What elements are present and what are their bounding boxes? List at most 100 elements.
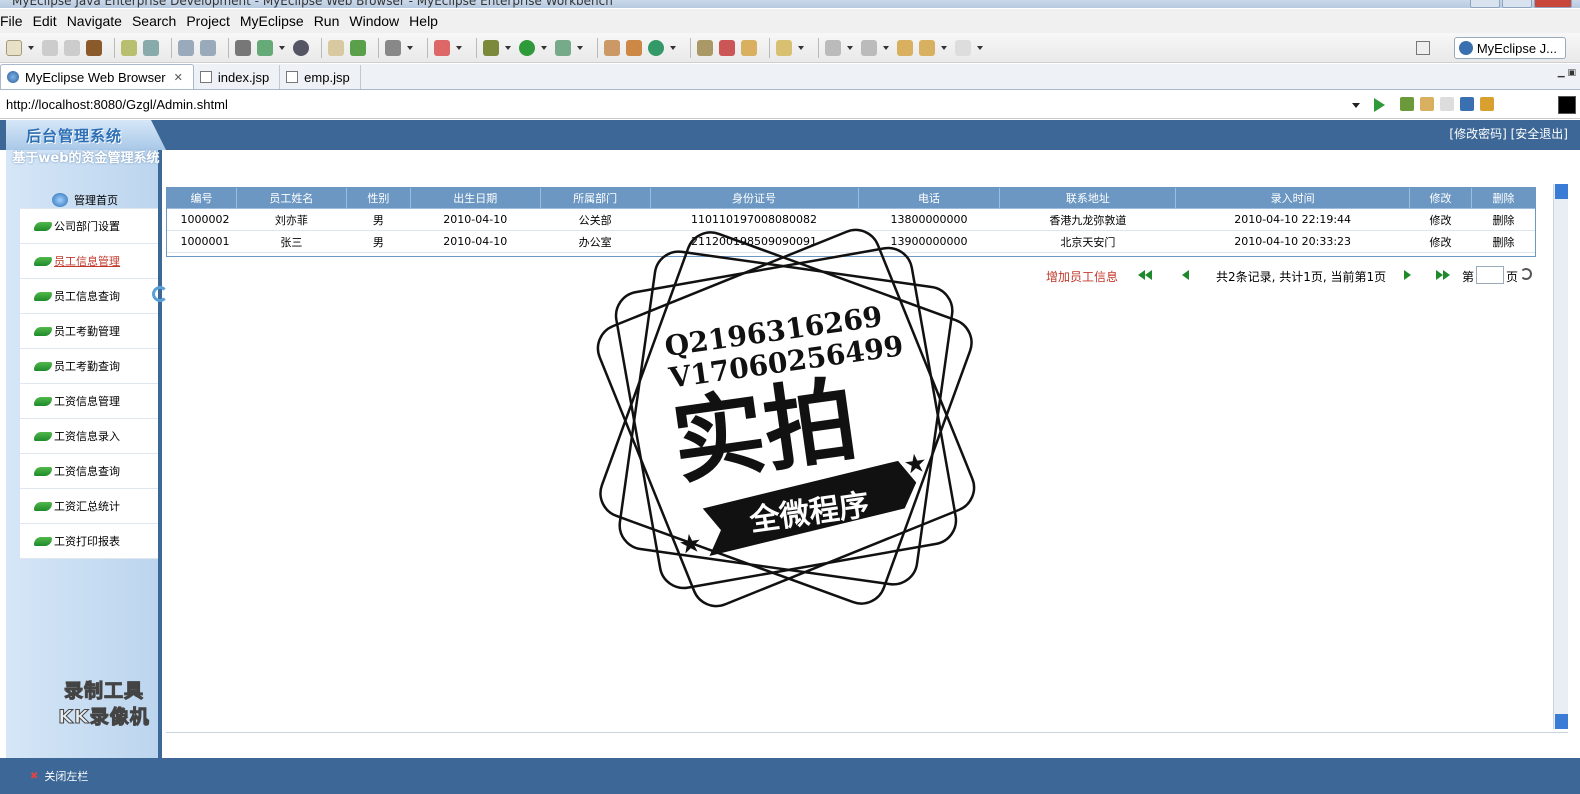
- back-icon[interactable]: [919, 39, 935, 56]
- open-folder-icon[interactable]: [328, 39, 344, 56]
- dropdown-arrow-icon[interactable]: [279, 45, 285, 50]
- rocket-icon[interactable]: [719, 39, 735, 56]
- first-page-icon[interactable]: [1138, 270, 1145, 280]
- last-page-icon[interactable]: [1443, 270, 1450, 280]
- menu-run[interactable]: Run: [314, 13, 347, 29]
- dropdown-arrow-icon[interactable]: [541, 45, 547, 50]
- profile-icon[interactable]: [555, 39, 571, 56]
- add-employee-link[interactable]: 增加员工信息: [1046, 268, 1118, 285]
- scroll-up-icon[interactable]: [1555, 184, 1568, 199]
- server-icon[interactable]: [200, 39, 216, 56]
- save-icon[interactable]: [42, 39, 58, 56]
- camera-icon[interactable]: [385, 39, 401, 56]
- dropdown-arrow-icon[interactable]: [847, 45, 853, 50]
- dropdown-arrow-icon[interactable]: [977, 45, 983, 50]
- dropdown-arrow-icon[interactable]: [456, 45, 462, 50]
- close-window-button[interactable]: [1534, 0, 1572, 8]
- next-annotation-icon[interactable]: [825, 39, 841, 56]
- minimize-button[interactable]: [1470, 0, 1500, 8]
- globe-icon[interactable]: [293, 39, 309, 56]
- edit-link[interactable]: 修改: [1409, 208, 1472, 231]
- db-browser-icon[interactable]: [697, 39, 713, 56]
- open-perspective-icon[interactable]: [1416, 41, 1430, 55]
- browser-back-icon[interactable]: [1420, 97, 1434, 111]
- build-icon[interactable]: [143, 39, 159, 56]
- dropdown-arrow-icon[interactable]: [670, 45, 676, 50]
- import-icon[interactable]: [350, 39, 366, 56]
- dropdown-arrow-icon[interactable]: [798, 45, 804, 50]
- sidebar-item-salary-manage[interactable]: 工资信息管理: [20, 384, 158, 419]
- dropdown-arrow-icon[interactable]: [407, 45, 413, 50]
- next-page-icon[interactable]: [1404, 270, 1411, 280]
- dropdown-arrow-icon[interactable]: [505, 45, 511, 50]
- menu-project[interactable]: Project: [186, 13, 237, 29]
- browser-forward-icon[interactable]: [1440, 97, 1454, 111]
- delete-link[interactable]: 删除: [1471, 208, 1536, 231]
- sidebar-item-attendance-query[interactable]: 员工考勤查询: [20, 349, 158, 384]
- package-icon[interactable]: [86, 39, 102, 56]
- print-icon[interactable]: [64, 39, 80, 56]
- tab-web-browser[interactable]: MyEclipse Web Browser ✕: [0, 64, 194, 89]
- folder-icon[interactable]: [776, 39, 792, 56]
- change-password-link[interactable]: [修改密码]: [1449, 127, 1506, 141]
- new-web-icon[interactable]: [257, 39, 273, 56]
- new-class-icon[interactable]: [604, 39, 620, 56]
- url-history-dropdown-icon[interactable]: [1352, 103, 1360, 108]
- sidebar-item-salary-report[interactable]: 工资打印报表: [20, 524, 158, 559]
- perspective-switcher[interactable]: MyEclipse J...: [1453, 37, 1566, 59]
- web-project-icon[interactable]: [235, 39, 251, 56]
- deploy-icon[interactable]: [178, 39, 194, 56]
- open-type-icon[interactable]: [741, 39, 757, 56]
- first-page-icon[interactable]: [1145, 270, 1152, 280]
- menu-navigate[interactable]: Navigate: [67, 13, 129, 29]
- page-number-input[interactable]: [1476, 266, 1504, 284]
- menu-file[interactable]: File: [0, 13, 30, 29]
- go-icon[interactable]: [1374, 98, 1385, 112]
- run-icon[interactable]: [519, 39, 535, 56]
- view-toggle-icon[interactable]: [1558, 96, 1576, 114]
- sidebar-item-salary-summary[interactable]: 工资汇总统计: [20, 489, 158, 524]
- favorites-icon[interactable]: [1400, 97, 1414, 111]
- sidebar-item-attendance-manage[interactable]: 员工考勤管理: [20, 314, 158, 349]
- new-package-icon[interactable]: [626, 39, 642, 56]
- url-input[interactable]: http://localhost:8080/Gzgl/Admin.shtml: [6, 97, 228, 112]
- new-icon[interactable]: [6, 39, 22, 56]
- prev-page-icon[interactable]: [1182, 270, 1189, 280]
- dropdown-arrow-icon[interactable]: [577, 45, 583, 50]
- menu-search[interactable]: Search: [132, 13, 183, 29]
- debug-icon[interactable]: [483, 39, 499, 56]
- tab-emp-jsp[interactable]: emp.jsp: [280, 65, 361, 89]
- wizard-icon[interactable]: [434, 39, 450, 56]
- home-link[interactable]: 管理首页: [52, 192, 118, 208]
- menu-window[interactable]: Window: [349, 13, 406, 29]
- stop-icon[interactable]: [1460, 97, 1474, 111]
- logout-link[interactable]: [安全退出]: [1511, 127, 1568, 141]
- forward-icon[interactable]: [955, 39, 971, 56]
- tab-index-jsp[interactable]: index.jsp: [194, 65, 281, 89]
- go-page-icon[interactable]: [1520, 268, 1532, 280]
- sidebar-item-employee-manage[interactable]: 员工信息管理: [20, 244, 158, 279]
- sidebar-item-salary-query[interactable]: 工资信息查询: [20, 454, 158, 489]
- dropdown-arrow-icon[interactable]: [28, 45, 34, 50]
- maximize-button[interactable]: [1502, 0, 1532, 8]
- minimize-maximize-icon[interactable]: ▁ ▣: [1558, 68, 1576, 78]
- prev-annotation-icon[interactable]: [861, 39, 877, 56]
- bug-icon[interactable]: [121, 39, 137, 56]
- vertical-scrollbar[interactable]: [1553, 184, 1568, 729]
- menu-help[interactable]: Help: [409, 13, 445, 29]
- delete-link[interactable]: 删除: [1471, 230, 1536, 253]
- dropdown-arrow-icon[interactable]: [883, 45, 889, 50]
- menu-edit[interactable]: Edit: [33, 13, 64, 29]
- refresh-icon[interactable]: [1480, 97, 1494, 111]
- sidebar-item-department[interactable]: 公司部门设置: [20, 209, 158, 244]
- new-type-icon[interactable]: [648, 39, 664, 56]
- last-page-icon[interactable]: [1436, 270, 1443, 280]
- menu-myeclipse[interactable]: MyEclipse: [240, 13, 311, 29]
- dropdown-arrow-icon[interactable]: [941, 45, 947, 50]
- sidebar-item-employee-query[interactable]: 员工信息查询: [20, 279, 158, 314]
- close-tab-icon[interactable]: ✕: [174, 71, 183, 84]
- last-edit-icon[interactable]: [897, 39, 913, 56]
- scroll-down-icon[interactable]: [1555, 714, 1568, 729]
- sidebar-item-salary-entry[interactable]: 工资信息录入: [20, 419, 158, 454]
- edit-link[interactable]: 修改: [1409, 230, 1472, 253]
